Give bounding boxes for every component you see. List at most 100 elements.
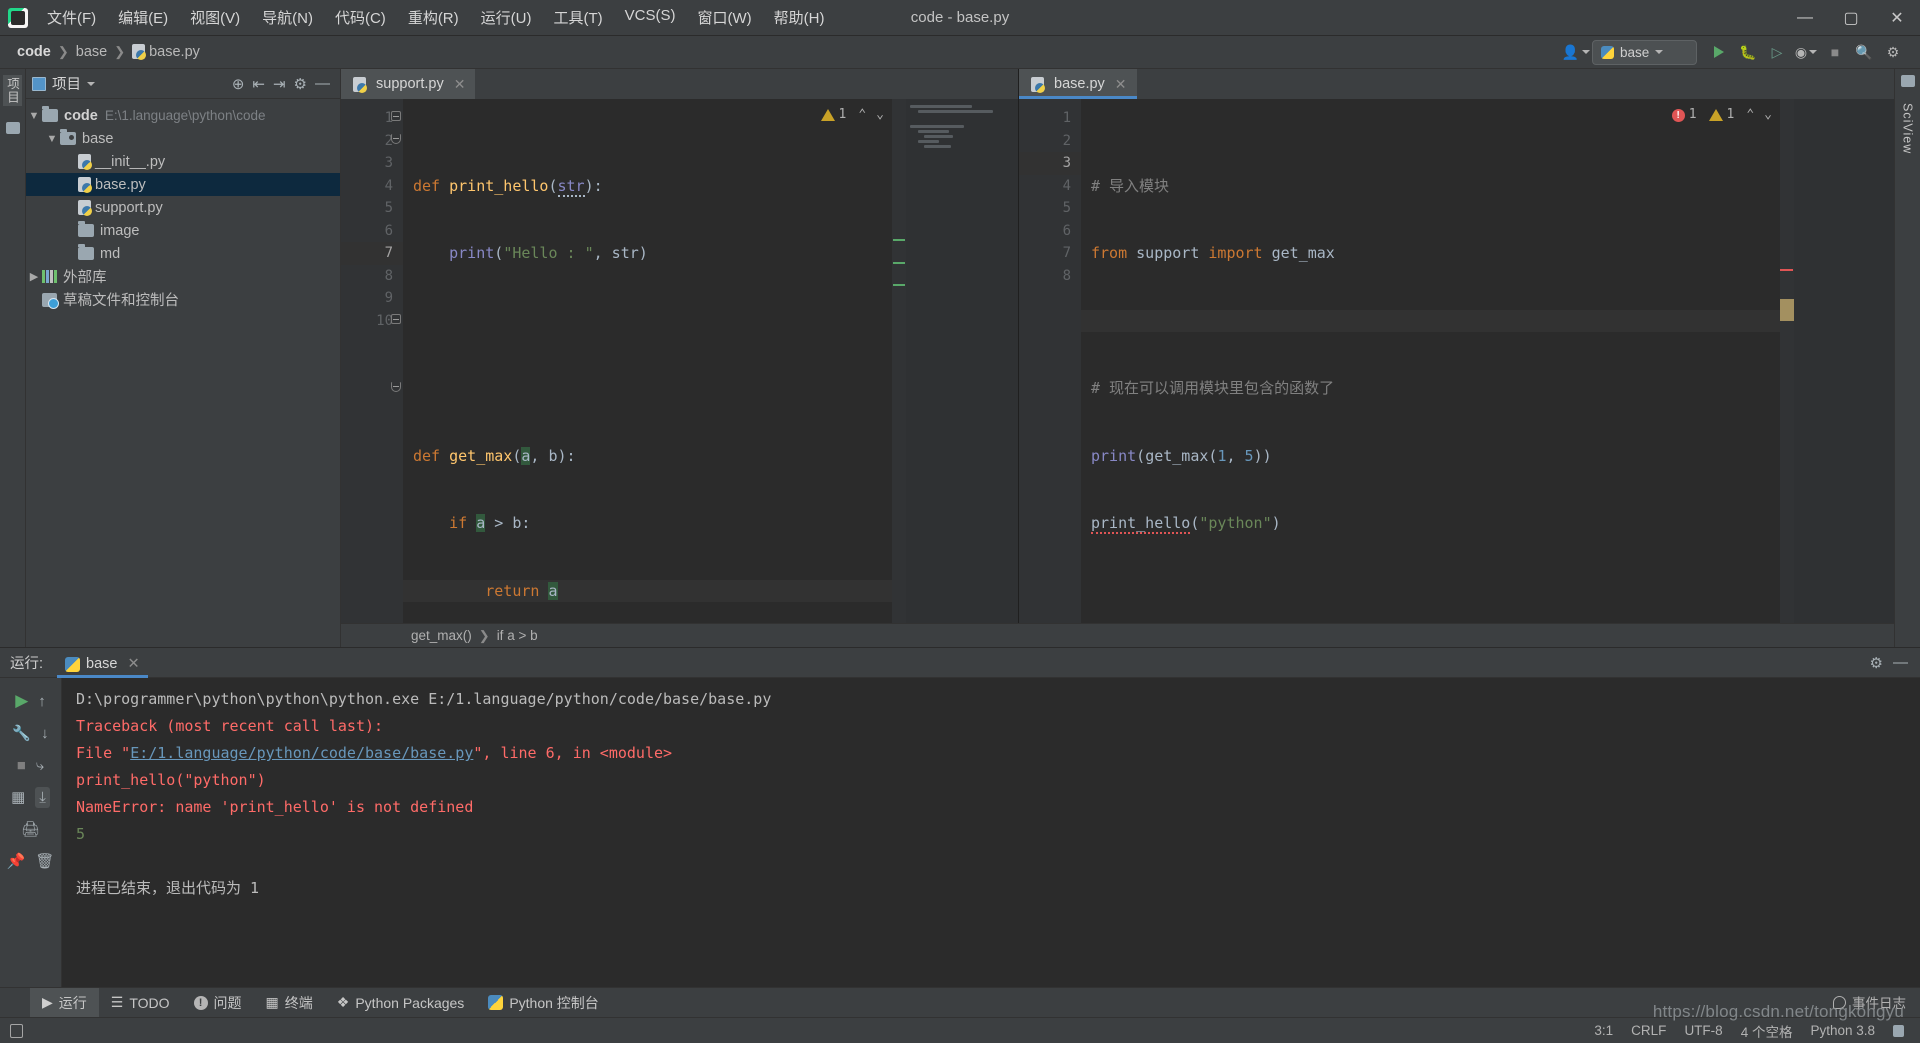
tab-terminal[interactable]: ▦ 终端 xyxy=(254,988,325,1018)
expand-all-icon[interactable]: ⇤ xyxy=(252,75,265,93)
print-button[interactable]: 🖨 xyxy=(21,820,40,838)
breadcrumb-basepy[interactable]: base.py xyxy=(129,43,203,61)
code-content-base[interactable]: ! 1 1 ⌃ ⌄ # 导入模块 from support import get… xyxy=(1081,99,1780,623)
breadcrumb-getmax[interactable]: get_max() xyxy=(411,628,472,643)
menu-vcs[interactable]: VCS(S) xyxy=(614,3,687,32)
lock-icon[interactable] xyxy=(1893,1024,1904,1037)
menu-file[interactable]: 文件(F) xyxy=(36,3,107,32)
chevron-down-icon[interactable]: ▼ xyxy=(26,110,42,122)
user-icon[interactable]: 👤 xyxy=(1562,40,1591,65)
menu-tools[interactable]: 工具(T) xyxy=(542,3,613,32)
profile-button[interactable]: ◉ xyxy=(1793,40,1819,65)
settings-icon[interactable]: ⚙ xyxy=(294,75,307,93)
scroll-to-end-button[interactable]: ⤓ xyxy=(35,786,50,808)
close-icon[interactable]: ✕ xyxy=(454,76,466,93)
caret-position[interactable]: 3:1 xyxy=(1594,1023,1613,1038)
close-icon[interactable]: ✕ xyxy=(1115,76,1127,93)
notifications-icon[interactable] xyxy=(1900,75,1915,87)
tree-node-base-py[interactable]: base.py xyxy=(26,173,340,196)
next-problem-icon[interactable]: ⌄ xyxy=(1764,104,1772,127)
fold-marker-icon[interactable] xyxy=(391,314,401,324)
menu-view[interactable]: 视图(V) xyxy=(179,3,251,32)
error-stripe-right[interactable] xyxy=(1780,99,1794,623)
error-stripe-left[interactable] xyxy=(892,99,906,623)
chevron-down-icon[interactable]: ▼ xyxy=(44,133,60,145)
prev-problem-icon[interactable]: ⌃ xyxy=(1746,104,1754,127)
run-with-coverage-button[interactable]: ▷ xyxy=(1764,40,1790,65)
code-minimap-right[interactable] xyxy=(1794,99,1894,623)
menu-code[interactable]: 代码(C) xyxy=(324,3,397,32)
maximize-button[interactable]: ▢ xyxy=(1828,0,1874,35)
locate-icon[interactable]: ⊕ xyxy=(232,75,245,93)
tab-python-console[interactable]: Python 控制台 xyxy=(476,988,610,1018)
menu-refactor[interactable]: 重构(R) xyxy=(397,3,470,32)
tree-node-init-py[interactable]: __init__.py xyxy=(26,150,340,173)
stop-button[interactable]: ■ xyxy=(1822,40,1848,65)
tree-node-support-py[interactable]: support.py xyxy=(26,196,340,219)
hide-panel-icon[interactable]: — xyxy=(315,75,330,92)
show-tool-windows-icon[interactable] xyxy=(10,1023,23,1038)
close-button[interactable]: ✕ xyxy=(1874,0,1920,35)
code-editor-support[interactable]: 1 2 3 4 5 6 7 8 9 10 1 ⌃ ⌄ def print_hel… xyxy=(341,99,1018,623)
run-configuration-selector[interactable]: base xyxy=(1592,39,1697,65)
line-separator[interactable]: CRLF xyxy=(1631,1023,1666,1038)
run-tab-base[interactable]: base ✕ xyxy=(57,653,148,678)
tab-support-py[interactable]: support.py ✕ xyxy=(341,69,476,99)
settings-icon[interactable]: ⚙ xyxy=(1870,654,1883,672)
search-everywhere-icon[interactable]: 🔍 xyxy=(1851,40,1877,65)
structure-icon[interactable] xyxy=(5,122,20,134)
menu-edit[interactable]: 编辑(E) xyxy=(107,3,179,32)
tree-node-code[interactable]: ▼ code E:\1.language\python\code xyxy=(26,104,340,127)
debug-button[interactable]: 🐛 xyxy=(1735,40,1761,65)
indent-setting[interactable]: 4 个空格 xyxy=(1741,1021,1793,1041)
collapse-all-icon[interactable]: ⇥ xyxy=(273,75,286,93)
sidebar-item-sciview[interactable]: SciView xyxy=(1901,101,1915,156)
stop-button[interactable]: ■ xyxy=(17,757,26,774)
inspection-widget-right[interactable]: ! 1 1 ⌃ ⌄ xyxy=(1671,104,1772,127)
scroll-up-button[interactable]: ↑ xyxy=(38,693,46,710)
event-log-button[interactable]: 事件日志 xyxy=(1833,992,1906,1012)
settings-icon[interactable]: ⚙ xyxy=(1880,40,1906,65)
hide-panel-icon[interactable]: — xyxy=(1893,654,1908,672)
pin-button[interactable]: 📌 xyxy=(7,852,26,870)
code-content-support[interactable]: 1 ⌃ ⌄ def print_hello(str): print("Hello… xyxy=(403,99,892,623)
tab-run[interactable]: ▶ 运行 xyxy=(30,987,99,1018)
chevron-right-icon[interactable]: ▶ xyxy=(26,270,42,283)
menu-help[interactable]: 帮助(H) xyxy=(763,3,836,32)
next-problem-icon[interactable]: ⌄ xyxy=(876,104,884,127)
menu-window[interactable]: 窗口(W) xyxy=(686,3,762,32)
code-editor-base[interactable]: 1 2 3 4 5 6 7 8 ! 1 1 ⌃ ⌄ # 导入模块 from su… xyxy=(1019,99,1894,623)
run-console-output[interactable]: D:\programmer\python\python\python.exe E… xyxy=(62,678,1920,987)
chevron-down-icon[interactable] xyxy=(87,81,95,86)
inspection-widget-left[interactable]: 1 ⌃ ⌄ xyxy=(820,104,884,127)
file-encoding[interactable]: UTF-8 xyxy=(1684,1023,1722,1038)
python-interpreter[interactable]: Python 3.8 xyxy=(1810,1023,1875,1038)
wrench-icon[interactable]: 🔧 xyxy=(12,724,31,742)
breadcrumb-ifab[interactable]: if a > b xyxy=(497,628,538,643)
console-file-link[interactable]: E:/1.language/python/code/base/base.py xyxy=(130,744,473,762)
scroll-down-button[interactable]: ↓ xyxy=(41,725,49,742)
tab-base-py[interactable]: base.py ✕ xyxy=(1019,69,1137,99)
fold-end-marker-icon[interactable] xyxy=(391,134,401,144)
close-icon[interactable]: ✕ xyxy=(127,656,139,672)
tree-node-external-libraries[interactable]: ▶ 外部库 xyxy=(26,265,340,288)
tab-python-packages[interactable]: ❖ Python Packages xyxy=(325,989,477,1016)
menu-run[interactable]: 运行(U) xyxy=(470,3,543,32)
minimize-button[interactable]: — xyxy=(1782,0,1828,35)
menu-navigate[interactable]: 导航(N) xyxy=(251,3,324,32)
fold-marker-icon[interactable] xyxy=(391,111,401,121)
soft-wrap-button[interactable]: ⤷ xyxy=(36,757,44,774)
tree-node-md[interactable]: md xyxy=(26,242,340,265)
tree-node-base-folder[interactable]: ▼ base xyxy=(26,127,340,150)
tree-node-image[interactable]: image xyxy=(26,219,340,242)
breadcrumb-code[interactable]: code xyxy=(14,43,54,61)
rerun-button[interactable]: ▶ xyxy=(15,691,28,711)
layout-button[interactable]: ▦ xyxy=(11,788,25,806)
sidebar-item-project[interactable]: 项目 xyxy=(3,75,22,106)
fold-end-marker-icon[interactable] xyxy=(391,382,401,392)
code-minimap-left[interactable] xyxy=(906,99,1018,623)
trash-button[interactable]: 🗑 xyxy=(35,852,54,870)
run-button[interactable] xyxy=(1706,40,1732,65)
prev-problem-icon[interactable]: ⌃ xyxy=(858,104,866,127)
breadcrumb-base[interactable]: base xyxy=(73,43,110,61)
